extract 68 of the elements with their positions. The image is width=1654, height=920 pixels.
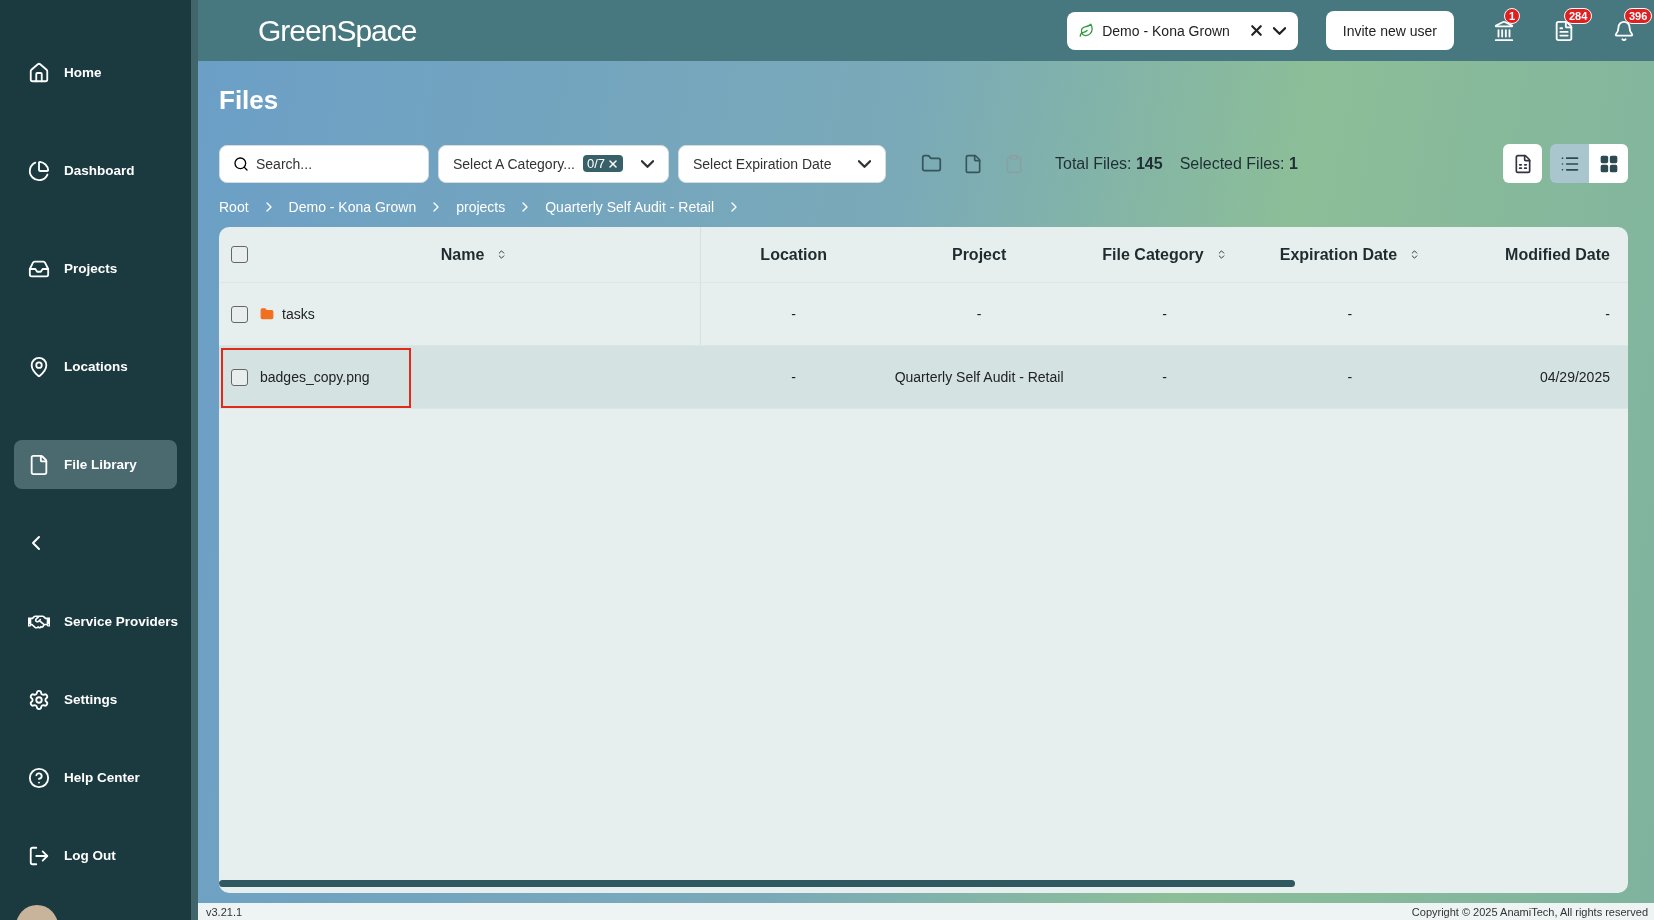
sidebar-item[interactable]: Projects [14, 244, 177, 293]
expiration-select[interactable]: Select Expiration Date [678, 144, 886, 183]
folder-icon[interactable] [921, 153, 942, 174]
file-name: badges_copy.png [260, 369, 370, 385]
count-badge: 396 [1624, 7, 1653, 24]
notification-icon[interactable] [1613, 19, 1635, 42]
table-cell: - [1162, 369, 1167, 385]
table-cell: Quarterly Self Audit - Retail [894, 369, 1064, 385]
sidebar-item[interactable]: Home [14, 48, 177, 97]
table-cell: 04/29/2025 [1539, 369, 1610, 385]
nav-icon [28, 355, 50, 378]
sidebar-item[interactable]: Service Providers [14, 597, 177, 646]
copyright-text: Copyright © 2025 AnamiTech, All rights reserved [1411, 905, 1648, 918]
file-icon[interactable] [963, 153, 983, 174]
leaf-icon [1079, 23, 1095, 38]
table-row[interactable]: badges_copy.png - Quarterly Self Audit - Retail - - 04/29/2025 [219, 346, 1628, 409]
file-name: tasks [282, 306, 315, 322]
caret-icon [641, 159, 654, 168]
scrollbar[interactable] [219, 880, 1295, 887]
organization-select[interactable]: Demo - Kona Grown [1067, 11, 1298, 50]
table-cell: - [1162, 306, 1167, 322]
column-header[interactable]: Name [440, 245, 485, 264]
nav-icon [28, 453, 50, 476]
sidebar-item[interactable]: File Library [14, 440, 177, 489]
nav-icon [28, 766, 50, 789]
export-button[interactable] [1503, 144, 1542, 183]
page-title: Files [219, 85, 280, 116]
table-cell: - [1347, 306, 1353, 322]
column-header[interactable]: Modified Date [1505, 245, 1610, 264]
table-cell: - [791, 306, 797, 322]
caret-icon [858, 159, 871, 168]
nav-icon [28, 688, 50, 711]
table-cell: - [791, 369, 797, 385]
total-files: Total Files: 145 [1055, 154, 1163, 173]
sidebar-item[interactable]: Locations [14, 342, 177, 391]
column-header[interactable]: Project [951, 245, 1007, 264]
table-cell: - [976, 306, 982, 322]
count-badge: 1 [1504, 7, 1521, 24]
sidebar-item[interactable]: Settings [14, 675, 177, 724]
notification-icon[interactable] [1493, 19, 1515, 42]
nav-icon [28, 844, 50, 867]
search-field[interactable]: Search... [219, 144, 429, 183]
grid-view-button[interactable] [1589, 144, 1628, 183]
nav-icon [28, 61, 50, 84]
sidebar-item[interactable]: Log Out [14, 831, 177, 880]
table-cell: - [1347, 369, 1353, 385]
column-header[interactable]: Expiration Date [1279, 245, 1398, 264]
logo: GreenSpace [258, 13, 418, 48]
count-badge: 284 [1564, 7, 1593, 24]
column-header[interactable]: File Category [1102, 245, 1204, 264]
sidebar-item[interactable]: Dashboard [14, 146, 177, 195]
row-checkbox[interactable] [231, 368, 248, 386]
nav-icon [28, 159, 50, 182]
search-icon [233, 155, 249, 172]
folder-icon [260, 307, 274, 321]
sidebar-item[interactable]: Help Center [14, 753, 177, 802]
invite-button[interactable]: Invite new user [1325, 11, 1454, 50]
grid-icon [1598, 153, 1619, 174]
row-checkbox[interactable] [231, 305, 248, 323]
version-text: v3.21.1 [206, 905, 243, 918]
column-header[interactable]: Location [760, 245, 828, 264]
notification-icon[interactable] [1553, 19, 1575, 42]
caret-icon [1272, 26, 1286, 35]
selected-files: Selected Files: 1 [1179, 154, 1298, 173]
category-select[interactable]: Select A Category... 0/7 [438, 144, 669, 183]
select-all-checkbox[interactable] [231, 246, 248, 263]
table-cell: - [1605, 306, 1610, 322]
count-badge: 0/7 [582, 155, 623, 172]
